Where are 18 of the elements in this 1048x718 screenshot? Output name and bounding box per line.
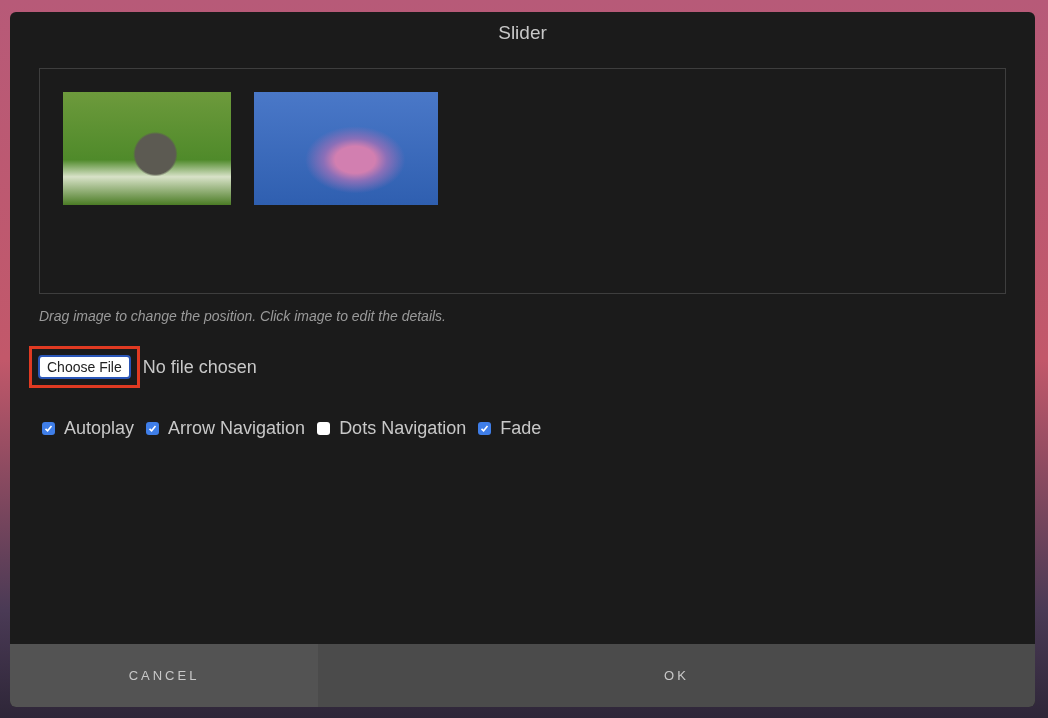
check-icon [44, 424, 53, 433]
hint-text: Drag image to change the position. Click image to edit the details. [39, 308, 447, 324]
checkbox[interactable] [146, 422, 160, 435]
file-status: No file chosen [142, 356, 257, 378]
checkbox[interactable] [478, 422, 492, 435]
check-icon [148, 424, 158, 433]
choose-file-button[interactable]: Choose File [38, 355, 131, 379]
checkbox-label: Arrow Navigation [168, 418, 306, 439]
kitten-photo-placeholder[interactable] [63, 92, 231, 205]
checkbox-label: Dots Navigation [339, 418, 467, 439]
cancel-button[interactable]: CANCEL [10, 644, 318, 707]
checkbox-label: Fade [500, 418, 542, 439]
checkbox[interactable] [42, 422, 55, 435]
dialog-title: Slider [498, 22, 547, 44]
ok-button[interactable]: OK [318, 644, 1035, 707]
check-icon [480, 424, 490, 433]
checkbox[interactable] [317, 422, 331, 435]
checkbox-label: Autoplay [64, 418, 135, 439]
